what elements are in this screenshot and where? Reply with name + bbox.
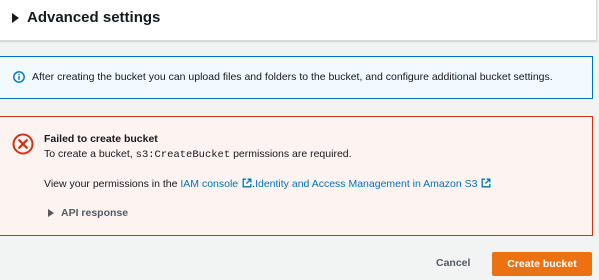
advanced-settings-title: Advanced settings [27,9,161,26]
advanced-settings-toggle[interactable]: Advanced settings [12,9,160,26]
external-link-icon [242,178,252,188]
iam-console-link-label: IAM console [180,178,239,190]
error-description: To create a bucket, s3:CreateBucket perm… [44,148,352,161]
error-title: Failed to create bucket [44,133,158,145]
error-icon [12,133,34,155]
create-bucket-button[interactable]: Create bucket [492,252,592,276]
error-desc-permission-code: s3:CreateBucket [135,149,231,161]
permissions-prefix: View your permissions in the [44,178,178,190]
iam-s3-docs-link-label: Identity and Access Management in Amazon… [255,178,478,190]
iam-s3-docs-link[interactable]: Identity and Access Management in Amazon… [255,178,491,190]
api-response-label: API response [61,207,129,219]
advanced-settings-panel: Advanced settings [0,0,597,41]
caret-right-icon [12,12,19,23]
info-alert: After creating the bucket you can upload… [0,56,593,99]
error-alert: Failed to create bucket To create a buck… [0,116,593,236]
iam-console-link[interactable]: IAM console [180,178,252,190]
info-alert-text: After creating the bucket you can upload… [32,71,553,83]
error-desc-suffix: permissions are required. [230,148,352,160]
error-desc-prefix: To create a bucket, [44,148,136,160]
api-response-toggle[interactable]: API response [48,207,128,219]
cancel-button[interactable]: Cancel [426,252,480,274]
info-icon [13,71,25,83]
caret-right-icon [48,209,54,217]
external-link-icon [482,178,491,188]
permissions-line: View your permissions in the IAM console… [44,178,491,190]
